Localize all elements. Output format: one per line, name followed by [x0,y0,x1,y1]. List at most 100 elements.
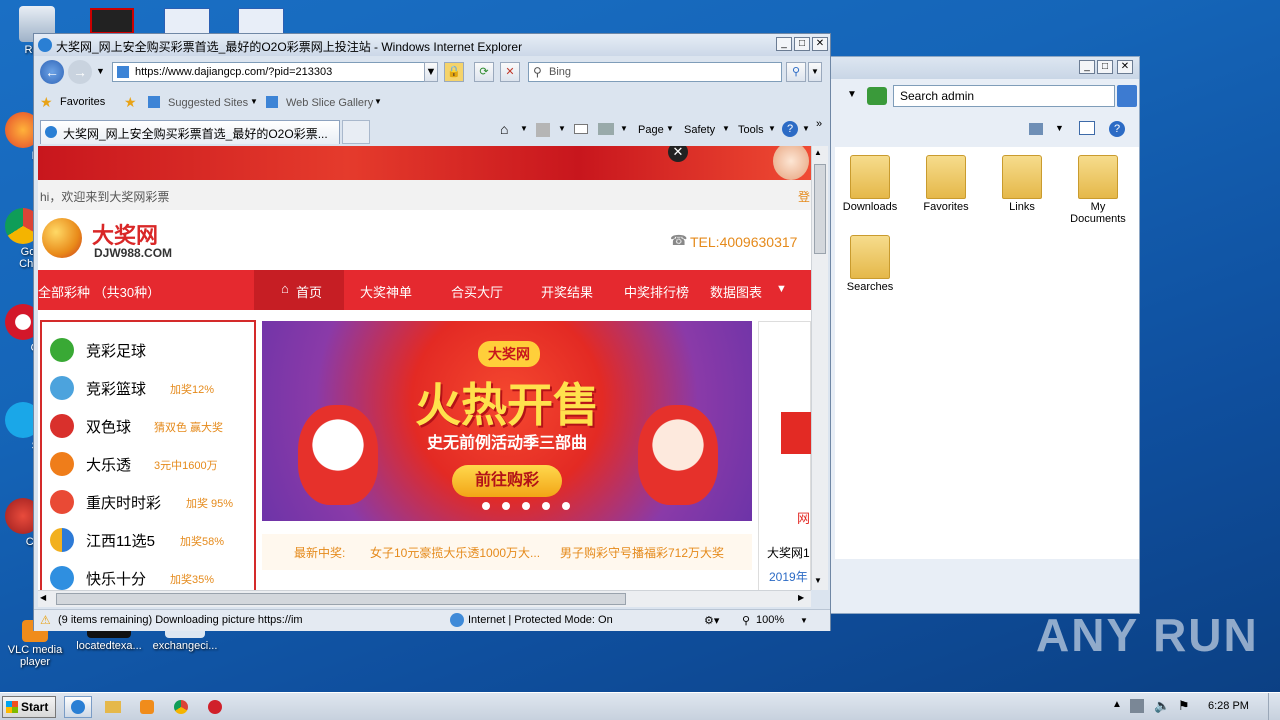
folder-favorites[interactable]: Favorites [911,155,981,213]
scroll-up-arrow[interactable]: ▲ [814,148,822,157]
print-icon[interactable] [598,123,614,135]
banner-close-icon[interactable]: ✕ [668,146,688,162]
folder-searches[interactable]: Searches [835,235,905,293]
chevron-down-icon[interactable]: ▼ [776,283,787,295]
scroll-thumb[interactable] [56,593,626,605]
tray-expand-icon[interactable]: ▲ [1112,699,1122,710]
right-panel-line[interactable]: 大奖网1 [767,544,810,561]
scroll-right-arrow[interactable]: ▶ [798,593,804,602]
chevron-down-icon[interactable]: ▼ [722,124,730,133]
tools-menu[interactable]: Tools [738,124,764,136]
maximize-button[interactable]: □ [794,37,810,51]
taskbar-media-player-button[interactable] [132,696,160,718]
login-link[interactable]: 登 [798,188,810,205]
lottery-item[interactable]: 重庆时时彩 加奖 95% [50,488,250,518]
protected-mode-icon[interactable]: ⚙▾ [704,614,719,627]
zoom-level[interactable]: 100% [756,614,784,626]
feeds-icon[interactable] [536,123,550,137]
lottery-item[interactable]: 双色球 猜双色 赢大奖 [50,412,250,442]
mail-icon[interactable] [574,124,588,134]
start-button[interactable]: Start [2,696,56,718]
chevron-down-icon[interactable]: ▼ [768,124,776,133]
ie-window[interactable]: 大奖网_网上安全购买彩票首选_最好的O2O彩票网上投注站 - Windows I… [33,33,831,631]
search-icon[interactable] [1117,85,1137,107]
chevron-down-icon[interactable]: ▼ [620,124,628,133]
chevron-down-icon[interactable]: ▼ [520,124,528,133]
nav-home[interactable]: 首页 [296,282,322,301]
favorites-star-icon[interactable]: ★ [40,94,53,111]
views-icon[interactable] [1029,123,1043,135]
explorer-titlebar[interactable]: _ □ ✕ [829,57,1139,79]
refresh-icon[interactable] [867,87,887,105]
lottery-item[interactable]: 快乐十分 加奖35% [50,564,250,590]
new-tab-button[interactable] [342,120,370,144]
back-button[interactable]: ← [40,60,64,84]
desktop-file-pdf-icon[interactable] [90,8,134,34]
page-menu[interactable]: Page [638,124,664,136]
security-zone[interactable]: Internet | Protected Mode: On [468,614,613,626]
carousel-dots[interactable] [482,499,570,513]
promo-banner[interactable]: ✕ [38,146,811,180]
chevron-down-icon[interactable]: ▼ [558,124,566,133]
folder-downloads[interactable]: Downloads [835,155,905,213]
lottery-item[interactable]: 竞彩篮球 加奖12% [50,374,250,404]
search-input[interactable]: ⚲ Bing [528,62,782,82]
show-desktop-button[interactable] [1268,693,1280,720]
right-panel-tab[interactable]: 网 [797,508,810,527]
flag-icon[interactable]: ⚑ [1178,698,1190,714]
taskbar-explorer-button[interactable] [98,696,126,718]
scroll-down-arrow[interactable]: ▼ [814,576,822,585]
chevron-down-icon[interactable]: ▼ [374,97,382,106]
close-button[interactable]: ✕ [1117,60,1133,74]
chevron-down-icon[interactable]: ▼ [802,124,810,133]
add-favorite-icon[interactable]: ★ [124,94,137,111]
nav-group-buy-hall[interactable]: 合买大厅 [451,282,503,301]
desktop-file-word-icon[interactable] [164,8,210,34]
explorer-window[interactable]: _ □ ✕ ▼ Search admin ▼ ? Downloads Favor… [828,56,1140,614]
nav-big-prize-picks[interactable]: 大奖神单 [360,282,412,301]
clock[interactable]: 6:28 PM [1208,700,1249,712]
desktop-file-word-icon[interactable] [238,8,284,34]
chevron-down-icon[interactable]: ▼ [666,124,674,133]
favorites-button[interactable]: Favorites [60,96,105,108]
maximize-button[interactable]: □ [1097,60,1113,74]
help-icon[interactable]: ? [1109,121,1125,137]
folder-my-documents[interactable]: My Documents [1063,155,1133,225]
scroll-thumb[interactable] [814,164,826,254]
lock-icon[interactable]: 🔒 [444,62,464,82]
web-slice-gallery-link[interactable]: Web Slice Gallery [286,97,373,109]
safety-menu[interactable]: Safety [684,124,715,136]
volume-icon[interactable]: 🔈 [1154,698,1170,714]
search-options-button[interactable]: ▼ [808,62,822,82]
dropdown-arrow-icon[interactable]: ▼ [847,89,857,100]
suggested-sites-link[interactable]: Suggested Sites [168,97,248,109]
network-icon[interactable] [1130,699,1144,713]
folder-links[interactable]: Links [987,155,1057,213]
stop-button[interactable]: ✕ [500,62,520,82]
lottery-item[interactable]: 大乐透 3元中1600万 [50,450,250,480]
forward-button[interactable]: → [68,60,92,84]
taskbar-app-button[interactable] [200,696,228,718]
close-button[interactable]: ✕ [812,37,828,51]
horizontal-scrollbar[interactable]: ◀ ▶ [38,590,811,607]
news-item[interactable]: 男子购彩守号播福彩712万大奖 [560,544,724,561]
search-button[interactable]: ⚲ [786,62,806,82]
hero-carousel[interactable]: 大奖网 火热开售 史无前例活动季三部曲 前往购彩 [262,321,752,521]
hero-cta-button[interactable]: 前往购彩 [452,465,562,497]
lottery-item[interactable]: 江西11选5 加奖58% [50,526,250,556]
nav-all-lotteries[interactable]: 全部彩种 （共30种） [38,282,160,301]
more-commands-icon[interactable]: » [816,118,822,130]
nav-winner-ranking[interactable]: 中奖排行榜 [624,282,689,301]
news-item[interactable]: 女子10元豪揽大乐透1000万大... [370,544,540,561]
minimize-button[interactable]: _ [1079,60,1095,74]
nav-data-charts[interactable]: 数据图表 [710,282,762,301]
address-bar[interactable]: https://www.dajiangcp.com/?pid=213303 [112,62,438,82]
lottery-item[interactable]: 竞彩足球 [50,336,250,366]
chevron-down-icon[interactable]: ▼ [250,97,258,106]
taskbar-ie-button[interactable] [64,696,92,718]
minimize-button[interactable]: _ [776,37,792,51]
scroll-left-arrow[interactable]: ◀ [40,593,46,602]
chevron-down-icon[interactable]: ▼ [1055,123,1064,133]
history-dropdown-icon[interactable]: ▼ [96,66,105,76]
tab-active[interactable]: 大奖网_网上安全购买彩票首选_最好的O2O彩票... [40,120,340,144]
